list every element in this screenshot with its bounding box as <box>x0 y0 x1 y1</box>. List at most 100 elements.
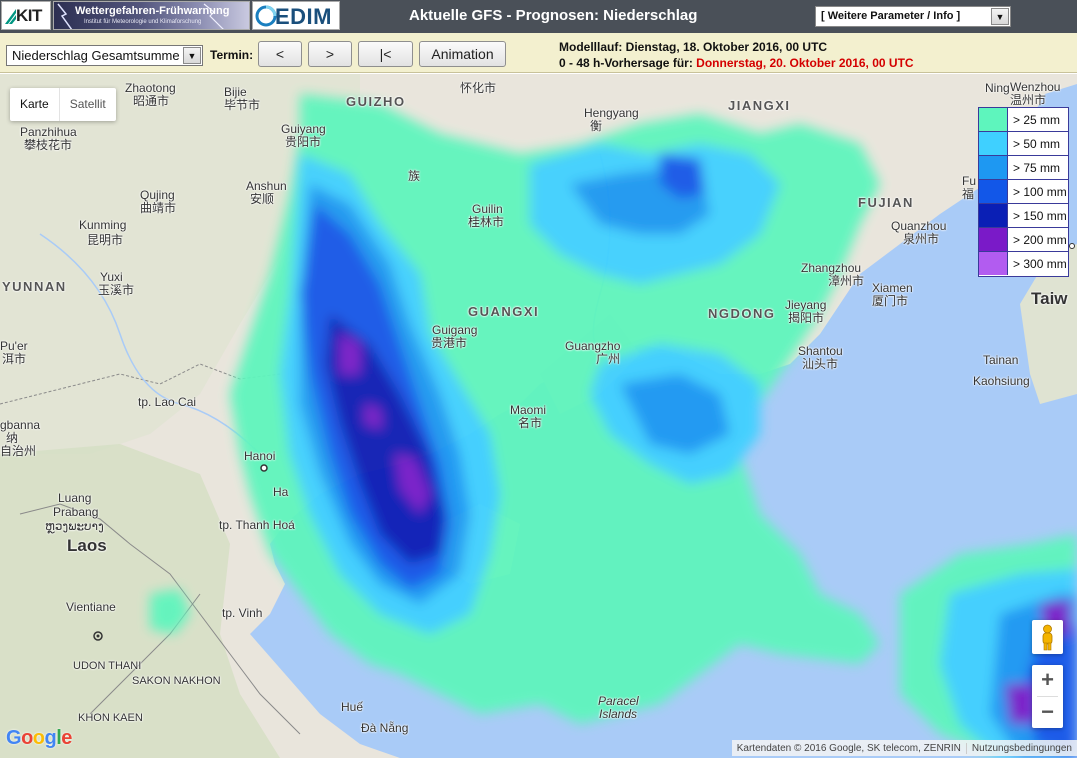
map-label: NGDONG <box>708 306 776 321</box>
map-label: Hanoi <box>244 449 276 463</box>
product-select[interactable]: Niederschlag Gesamtsumme ▼ <box>6 45 203 66</box>
map-label: Huế <box>341 700 364 714</box>
map[interactable]: Zhaotong 昭通市 Bijie 毕节市 怀化市 GUIZHO Hengya… <box>0 74 1077 758</box>
map-label: Vientiane <box>66 600 116 614</box>
map-label: tp. Lao Cai <box>138 395 197 409</box>
legend-row: > 50 mm <box>979 132 1068 156</box>
forecast-date: Donnerstag, 20. Oktober 2016, 00 UTC <box>696 56 914 70</box>
map-label: 广州 <box>596 352 621 366</box>
map-label: 衡 <box>590 119 603 133</box>
map-label: ຫຼວງພະບາງ <box>45 519 104 533</box>
map-label: Luang <box>58 491 92 505</box>
map-label: 自治州 <box>0 444 37 458</box>
google-logo[interactable]: Google <box>6 727 72 750</box>
attribution-bar: Kartendaten © 2016 Google, SK telecom, Z… <box>731 740 1077 756</box>
wettergefahren-title: Wettergefahren-Frühwarnung <box>75 5 230 17</box>
map-label: 曲靖市 <box>140 201 177 215</box>
forecast-text: 0 - 48 h-Vorhersage für: Donnerstag, 20.… <box>559 56 914 70</box>
zoom-out-button[interactable]: − <box>1032 697 1063 728</box>
first-button[interactable]: |< <box>358 41 413 67</box>
map-label: 贵阳市 <box>285 135 322 149</box>
legend-swatch <box>979 252 1008 275</box>
map-label: tp. Thanh Hoá <box>219 518 295 532</box>
legend-label: > 25 mm <box>1013 113 1061 127</box>
pegman-button[interactable] <box>1032 620 1063 654</box>
parameter-select-value: [ Weitere Parameter / Info ] <box>821 10 961 22</box>
kit-logo[interactable]: KIT <box>1 1 51 30</box>
page-title: Aktuelle GFS - Prognosen: Niederschlag <box>409 7 698 24</box>
map-label: Ning <box>985 81 1010 95</box>
map-label: JIANGXI <box>728 98 791 113</box>
map-label: 福 <box>962 187 975 201</box>
cedim-logo[interactable]: EDIM <box>252 1 340 30</box>
animation-button[interactable]: Animation <box>419 41 506 67</box>
map-label: Prabang <box>53 505 99 519</box>
google-logo-letter: e <box>61 727 72 749</box>
wettergefahren-subtitle: Institut für Meteorologie und Klimaforsc… <box>84 19 202 25</box>
header-bar: KIT Wettergefahren-Frühwarnung Institut … <box>0 0 1077 33</box>
cedim-logo-icon <box>255 5 277 27</box>
previous-button[interactable]: < <box>258 41 302 67</box>
legend-row: > 300 mm <box>979 252 1068 276</box>
map-attribution: Kartendaten © 2016 Google, SK telecom, Z… <box>736 742 961 754</box>
map-label: Ha <box>273 485 289 499</box>
map-label: 漳州市 <box>828 274 865 288</box>
map-label: 桂林市 <box>468 215 505 229</box>
legend-label: > 150 mm <box>1013 209 1067 223</box>
map-label: Kunming <box>79 218 127 232</box>
legend-row: > 75 mm <box>979 156 1068 180</box>
legend-row: > 25 mm <box>979 108 1068 132</box>
map-type-satellit-button[interactable]: Satellit <box>58 88 116 121</box>
map-label: UDON THANI <box>73 660 142 672</box>
legend-swatch <box>979 204 1008 227</box>
map-label: GUANGXI <box>468 304 540 319</box>
legend-swatch <box>979 180 1008 203</box>
legend-label: > 75 mm <box>1013 161 1061 175</box>
next-button[interactable]: > <box>308 41 352 67</box>
map-label: SAKON NAKHON <box>132 675 221 687</box>
map-label: 昆明市 <box>87 233 124 247</box>
google-logo-letter: g <box>44 727 57 749</box>
legend-label: > 300 mm <box>1013 257 1067 271</box>
map-label: Kaohsiung <box>973 374 1030 388</box>
legend-swatch <box>979 228 1008 251</box>
map-label: 温州市 <box>1010 93 1047 107</box>
legend-row: > 200 mm <box>979 228 1068 252</box>
terms-link[interactable]: Nutzungsbedingungen <box>965 742 1077 754</box>
google-logo-letter: o <box>21 727 33 749</box>
map-label: 族 <box>408 169 421 183</box>
map-label: 厦门市 <box>872 294 909 308</box>
map-label: Laos <box>67 536 107 555</box>
legend-label: > 100 mm <box>1013 185 1067 199</box>
map-label: 安顺 <box>250 192 275 206</box>
legend-row: > 100 mm <box>979 180 1068 204</box>
google-logo-letter: G <box>6 727 22 749</box>
map-label: Taiw <box>1031 289 1068 308</box>
termin-label: Termin: <box>210 48 254 62</box>
map-label: 名市 <box>518 416 543 430</box>
chevron-down-icon[interactable]: ▼ <box>991 8 1009 25</box>
wettergefahren-logo[interactable]: Wettergefahren-Frühwarnung Institut für … <box>53 1 250 30</box>
legend-swatch <box>979 132 1008 155</box>
map-label: tp. Vinh <box>222 606 263 620</box>
map-label: 洱市 <box>2 352 27 366</box>
legend-row: > 150 mm <box>979 204 1068 228</box>
zoom-in-button[interactable]: + <box>1032 665 1063 696</box>
chevron-down-icon[interactable]: ▼ <box>183 47 201 64</box>
map-label: Tainan <box>983 353 1019 367</box>
map-type-karte-button[interactable]: Karte <box>10 88 59 121</box>
map-label: 汕头市 <box>802 357 839 371</box>
map-label: 玉溪市 <box>98 283 135 297</box>
product-select-value: Niederschlag Gesamtsumme <box>12 48 180 63</box>
legend-label: > 50 mm <box>1013 137 1061 151</box>
map-label: 泉州市 <box>903 232 940 246</box>
google-logo-letter: o <box>32 727 45 749</box>
parameter-select[interactable]: [ Weitere Parameter / Info ] ▼ <box>815 6 1011 27</box>
map-label: 贵港市 <box>431 336 468 350</box>
legend-swatch <box>979 108 1008 131</box>
forecast-prefix: 0 - 48 h-Vorhersage für: <box>559 56 697 70</box>
map-label: KHON KAEN <box>78 712 143 724</box>
kit-logo-text: KIT <box>16 6 42 25</box>
precipitation-legend: > 25 mm > 50 mm > 75 mm > 100 mm > 150 mm > 2… <box>978 107 1069 277</box>
map-label: 昭通市 <box>133 94 170 108</box>
